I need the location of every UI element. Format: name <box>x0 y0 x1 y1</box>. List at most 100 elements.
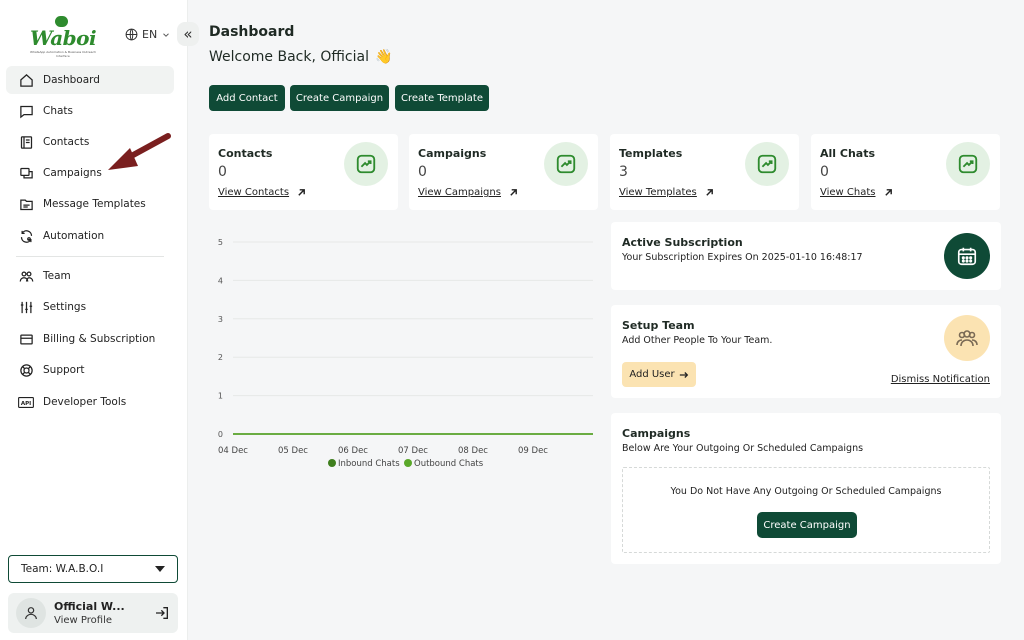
trend-icon <box>344 142 388 186</box>
sidebar-item-dashboard[interactable]: Dashboard <box>6 66 174 94</box>
annotation-arrow-icon <box>108 133 171 170</box>
user-profile[interactable]: Official W... View Profile <box>8 593 178 633</box>
caret-down-icon <box>155 566 165 572</box>
trend-icon <box>946 142 990 186</box>
sidebar-item-label: Billing & Subscription <box>43 333 156 345</box>
sidebar-item-label: Chats <box>43 105 74 117</box>
billing-icon <box>18 331 34 347</box>
sidebar-item-label: Team <box>43 270 71 282</box>
arrow-up-right-icon <box>510 189 517 196</box>
legend-marker <box>404 459 412 467</box>
sidebar-item-label: Settings <box>43 301 87 313</box>
stat-label: Campaigns <box>418 147 487 160</box>
arrow-up-right-icon <box>884 189 892 196</box>
view-chats-link[interactable]: View Chats <box>820 187 893 198</box>
subscription-title: Active Subscription <box>622 236 743 249</box>
view-profile-link[interactable]: View Profile <box>54 615 146 626</box>
add-user-button[interactable]: Add User <box>622 362 696 387</box>
page-title: Dashboard <box>209 24 295 40</box>
sidebar-item-label: Message Templates <box>43 198 146 210</box>
api-icon: API <box>18 394 34 410</box>
x-tick-label: 06 Dec <box>338 446 368 456</box>
stat-card-all-chats: All Chats 0 View Chats <box>811 134 1000 210</box>
contacts-icon <box>18 134 34 150</box>
create-campaign-button[interactable]: Create Campaign <box>757 512 857 538</box>
dismiss-notification-link[interactable]: Dismiss Notification <box>891 374 990 385</box>
empty-state-text: You Do Not Have Any Outgoing Or Schedule… <box>670 486 942 497</box>
sidebar-item-label: Developer Tools <box>43 396 127 408</box>
arrow-up-right-icon <box>298 189 305 196</box>
profile-name: Official W... <box>54 600 125 613</box>
sidebar-item-label: Contacts <box>43 136 90 148</box>
svg-text:API: API <box>21 400 31 406</box>
x-tick-label: 07 Dec <box>398 446 428 456</box>
sidebar-item-label: Campaigns <box>43 167 102 179</box>
sidebar-item-team[interactable]: Team <box>6 262 174 290</box>
logout-icon[interactable] <box>154 605 170 621</box>
view-templates-link[interactable]: View Templates <box>619 187 714 198</box>
y-tick-label: 0 <box>218 430 223 439</box>
subscription-card: Active Subscription Your Subscription Ex… <box>611 222 1001 290</box>
language-label: EN <box>142 28 158 41</box>
create-template-button[interactable]: Create Template <box>395 85 489 111</box>
chevron-down-icon <box>163 32 170 37</box>
create-campaign-button[interactable]: Create Campaign <box>290 85 389 111</box>
sidebar-item-message-templates[interactable]: Message Templates <box>6 190 174 218</box>
legend-marker <box>328 459 336 467</box>
add-user-label: Add User <box>629 369 675 380</box>
stat-card-contacts: Contacts 0 View Contacts <box>209 134 398 210</box>
sidebar-item-developer-tools[interactable]: API Developer Tools <box>6 388 174 416</box>
subscription-expiry: Your Subscription Expires On 2025-01-10 … <box>622 252 863 263</box>
language-selector[interactable]: EN <box>125 28 171 41</box>
sidebar-item-label: Dashboard <box>43 74 100 86</box>
team-select[interactable]: Team: W.A.B.O.I <box>8 555 178 583</box>
stat-label: Contacts <box>218 147 273 160</box>
double-chevron-left-icon: « <box>183 25 193 43</box>
trend-icon <box>544 142 588 186</box>
arrow-up-right-icon <box>706 189 713 196</box>
sidebar-item-label: Support <box>43 364 85 376</box>
legend-label: Inbound Chats <box>338 459 400 469</box>
team-icon <box>944 315 990 361</box>
waving-hand-icon: 👋 <box>375 49 393 65</box>
avatar <box>16 598 46 628</box>
sidebar-item-settings[interactable]: Settings <box>6 293 174 321</box>
campaigns-title: Campaigns <box>622 427 691 440</box>
view-campaigns-link[interactable]: View Campaigns <box>418 187 518 198</box>
stat-value: 0 <box>418 164 427 180</box>
sidebar-item-chats[interactable]: Chats <box>6 97 174 125</box>
sidebar-item-label: Automation <box>43 230 105 242</box>
x-tick-label: 04 Dec <box>218 446 248 456</box>
y-tick-label: 3 <box>218 315 223 324</box>
sidebar-item-billing[interactable]: Billing & Subscription <box>6 325 174 353</box>
home-icon <box>18 72 34 88</box>
link-label: View Contacts <box>218 187 290 198</box>
calendar-icon <box>944 233 990 279</box>
view-contacts-link[interactable]: View Contacts <box>218 187 306 198</box>
sidebar: Waboi WhatsApp Automation & Business Out… <box>0 0 188 640</box>
logo-tagline: WhatsApp Automation & Business Outreach … <box>30 50 97 58</box>
logo-text: Waboi <box>30 26 97 50</box>
setup-team-card: Setup Team Add Other People To Your Team… <box>611 305 1001 398</box>
settings-icon <box>18 299 34 315</box>
y-tick-label: 1 <box>218 392 223 401</box>
sidebar-item-automation[interactable]: Automation <box>6 222 174 250</box>
team-icon <box>18 268 34 284</box>
x-tick-label: 08 Dec <box>458 446 488 456</box>
campaigns-subtitle: Below Are Your Outgoing Or Scheduled Cam… <box>622 443 864 454</box>
add-contact-button[interactable]: Add Contact <box>209 85 285 111</box>
stat-value: 0 <box>218 164 227 180</box>
support-icon <box>18 362 34 378</box>
sidebar-item-support[interactable]: Support <box>6 356 174 384</box>
globe-icon <box>125 28 138 41</box>
stat-card-templates: Templates 3 View Templates <box>610 134 799 210</box>
sidebar-divider <box>16 256 164 257</box>
stat-value: 0 <box>820 164 829 180</box>
welcome-message: Welcome Back, Official 👋 <box>209 49 392 65</box>
arrow-right-icon <box>679 371 688 378</box>
logo[interactable]: Waboi WhatsApp Automation & Business Out… <box>30 16 97 58</box>
link-label: View Campaigns <box>418 187 501 198</box>
trend-icon <box>745 142 789 186</box>
setup-team-text: Add Other People To Your Team. <box>622 335 773 346</box>
collapse-sidebar-button[interactable]: « <box>177 22 199 46</box>
